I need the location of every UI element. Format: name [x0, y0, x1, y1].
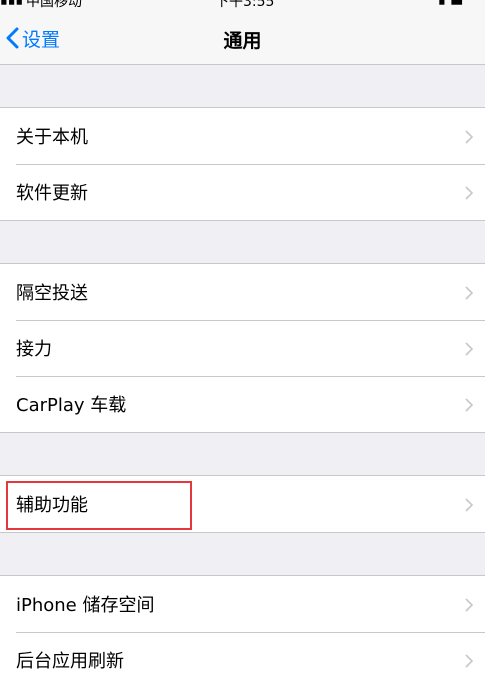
settings-group-2: 隔空投送 接力 CarPlay 车载 — [0, 263, 485, 433]
chevron-right-icon — [465, 285, 474, 304]
chevron-right-icon — [465, 129, 474, 148]
settings-group-1: 关于本机 软件更新 — [0, 107, 485, 221]
list-item-about[interactable]: 关于本机 — [0, 108, 485, 164]
carrier-label: 中国移动 — [26, 0, 82, 10]
list-item-label: 后台应用刷新 — [16, 651, 124, 672]
list-item-label: 软件更新 — [16, 183, 88, 204]
chevron-right-icon — [465, 597, 474, 616]
chevron-right-icon — [465, 397, 474, 416]
list-item-label: CarPlay 车载 — [16, 395, 127, 416]
chevron-right-icon — [465, 341, 474, 360]
chevron-right-icon — [465, 185, 474, 204]
list-item-accessibility[interactable]: 辅助功能 — [0, 476, 485, 532]
list-item-iphone-storage[interactable]: iPhone 储存空间 — [0, 576, 485, 632]
list-item-label: 辅助功能 — [16, 495, 88, 516]
list-item-carplay[interactable]: CarPlay 车载 — [0, 376, 485, 432]
page-title: 通用 — [223, 30, 262, 52]
list-item-airdrop[interactable]: 隔空投送 — [0, 264, 485, 320]
signal-icon: ▮▮▮ — [0, 0, 23, 7]
list-item-software-update[interactable]: 软件更新 — [0, 164, 485, 220]
list-item-background-refresh[interactable]: 后台应用刷新 — [0, 632, 485, 688]
list-item-label: 隔空投送 — [16, 283, 88, 304]
navigation-bar: 设置 通用 — [0, 10, 485, 65]
settings-group-3: 辅助功能 — [0, 475, 485, 533]
chevron-right-icon — [465, 497, 474, 516]
battery-icon: ▮ ■ — [438, 0, 463, 7]
status-bar: ▮▮▮ 中国移动 下午3:55 ▮ ■ — [0, 0, 485, 10]
chevron-right-icon — [465, 653, 474, 672]
settings-group-4: iPhone 储存空间 后台应用刷新 — [0, 575, 485, 688]
list-item-label: iPhone 储存空间 — [16, 595, 155, 616]
list-item-label: 关于本机 — [16, 127, 88, 148]
list-item-handoff[interactable]: 接力 — [0, 320, 485, 376]
status-time: 下午3:55 — [215, 0, 275, 10]
list-item-label: 接力 — [16, 339, 52, 360]
